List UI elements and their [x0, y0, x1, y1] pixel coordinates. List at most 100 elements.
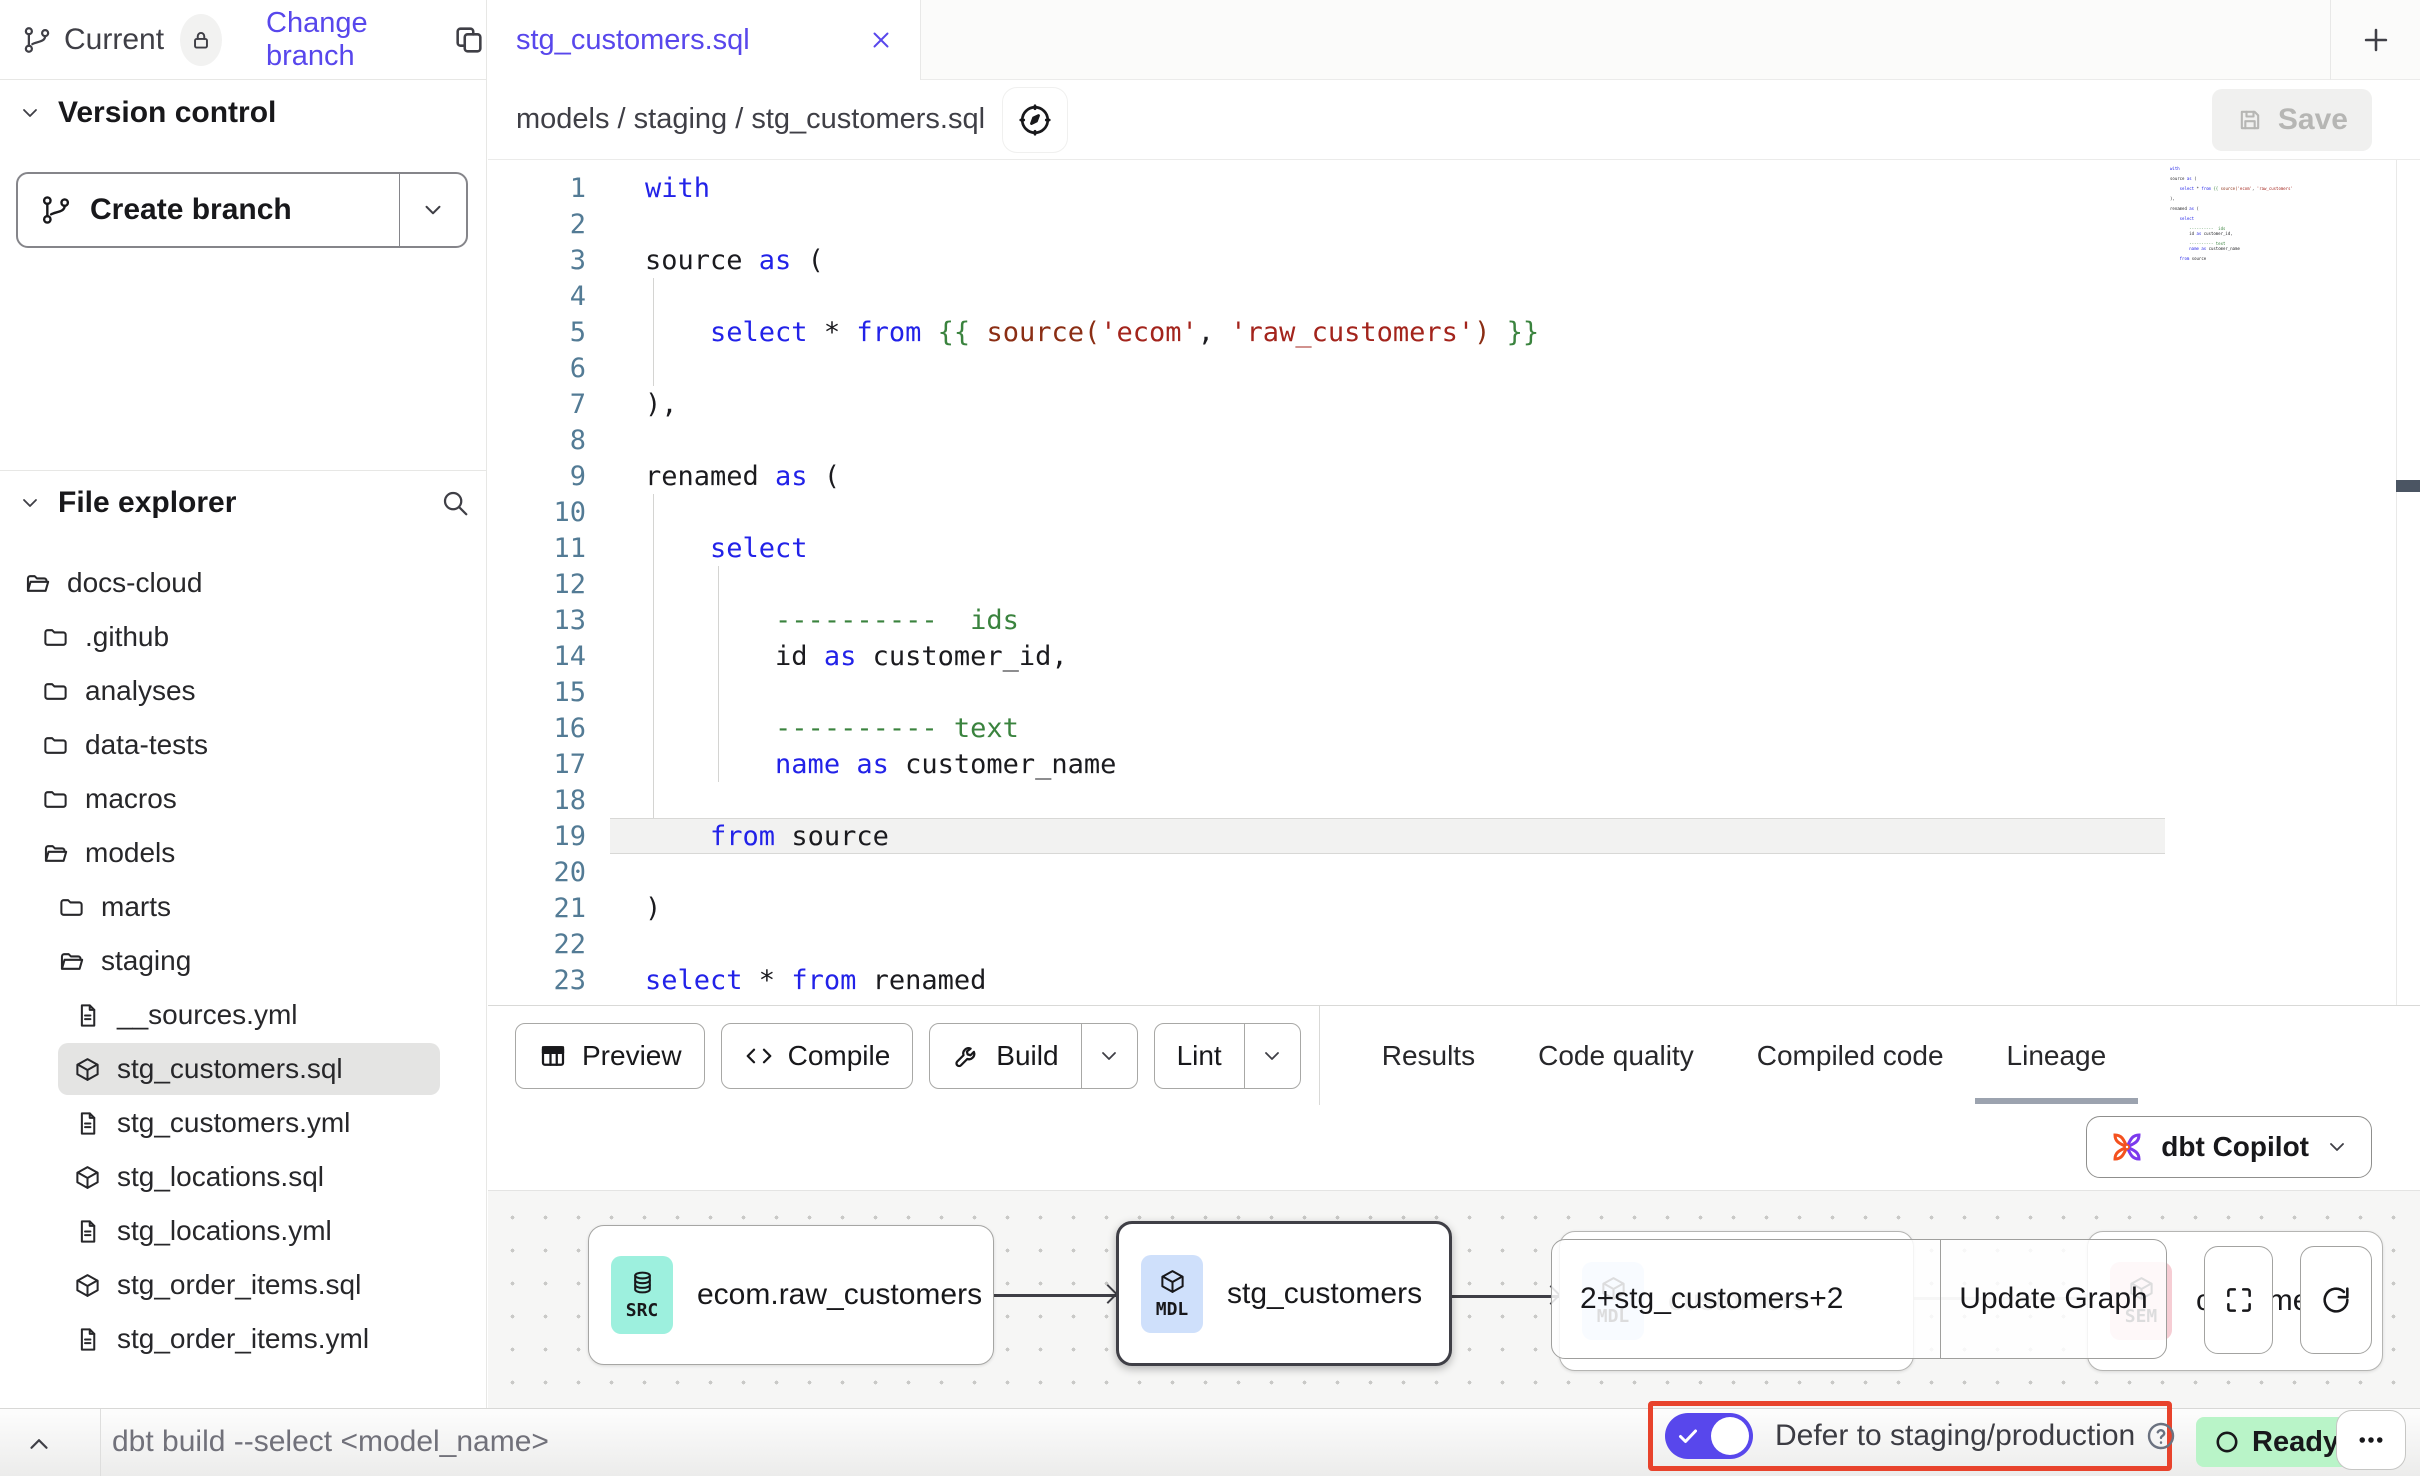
dbt-copilot-icon: [2109, 1129, 2145, 1165]
refresh-graph-button[interactable]: [2300, 1246, 2372, 1354]
file-tree-item--sources-yml[interactable]: __sources.yml: [0, 988, 486, 1042]
file-icon: [74, 1110, 101, 1137]
lineage-selector-input[interactable]: 2+stg_customers+2: [1552, 1240, 1941, 1358]
code-editor[interactable]: 1with23source as (45 select * from {{ so…: [488, 160, 2420, 1005]
status-circle-icon: [2214, 1429, 2240, 1455]
code-line-11[interactable]: 11 select: [488, 530, 2420, 566]
code-line-16[interactable]: 16 ---------- text: [488, 710, 2420, 746]
tab-code-quality[interactable]: Code quality: [1538, 1034, 1694, 1078]
code-line-5[interactable]: 5 select * from {{ source('ecom', 'raw_c…: [488, 314, 2420, 350]
new-tab-button[interactable]: [2330, 0, 2420, 80]
fullscreen-button[interactable]: [2204, 1246, 2273, 1354]
code-line-18[interactable]: 18: [488, 782, 2420, 818]
tab-stg-customers[interactable]: stg_customers.sql: [488, 0, 921, 80]
file-label: docs-cloud: [67, 567, 202, 599]
code-line-21[interactable]: 21): [488, 890, 2420, 926]
lineage-canvas[interactable]: SRC ecom.raw_customers MDL stg_customers…: [488, 1190, 2420, 1408]
code-line-10[interactable]: 10: [488, 494, 2420, 530]
defer-toggle[interactable]: [1665, 1413, 1753, 1459]
file-tree-item-data-tests[interactable]: data-tests: [0, 718, 486, 772]
file-label: stg_order_items.yml: [117, 1323, 369, 1355]
file-tree-item-analyses[interactable]: analyses: [0, 664, 486, 718]
copy-icon[interactable]: [452, 23, 486, 57]
file-tree-item-macros[interactable]: macros: [0, 772, 486, 826]
lineage-edge: [994, 1294, 1116, 1297]
compile-button[interactable]: Compile: [721, 1023, 914, 1089]
file-explorer-header[interactable]: File explorer: [18, 486, 470, 520]
code-line-24[interactable]: 24: [488, 998, 2420, 1005]
file-tree-item-stg-order-items-sql[interactable]: stg_order_items.sql: [0, 1258, 486, 1312]
code-text: from source: [2168, 256, 2206, 261]
lineage-node-source[interactable]: SRC ecom.raw_customers: [588, 1225, 994, 1365]
code-line-23[interactable]: 23select * from renamed: [488, 962, 2420, 998]
save-button[interactable]: Save: [2212, 89, 2372, 151]
file-tree-item-staging[interactable]: staging: [0, 934, 486, 988]
code-line-3[interactable]: 3source as (: [488, 242, 2420, 278]
branch-header: Current Change branch: [0, 0, 486, 80]
file-tree-item-docs-cloud[interactable]: docs-cloud: [0, 556, 486, 610]
create-branch-dropdown[interactable]: [400, 174, 466, 246]
code-line-22[interactable]: 22: [488, 926, 2420, 962]
file-tree-item-stg-order-items-yml[interactable]: stg_order_items.yml: [0, 1312, 486, 1366]
code-line-15[interactable]: 15: [488, 674, 2420, 710]
lint-dropdown[interactable]: [1244, 1024, 1300, 1088]
code-text: renamed as (: [586, 461, 840, 492]
code-line-12[interactable]: 12: [488, 566, 2420, 602]
file-tree-item-stg-locations-yml[interactable]: stg_locations.yml: [0, 1204, 486, 1258]
lineage-node-stg-customers[interactable]: MDL stg_customers: [1116, 1221, 1452, 1366]
tab-title: stg_customers.sql: [516, 24, 750, 57]
build-dropdown[interactable]: [1081, 1024, 1137, 1088]
preview-button[interactable]: Preview: [515, 1023, 705, 1089]
code-line-1[interactable]: 1with: [488, 170, 2420, 206]
toolbar-divider: [1319, 1006, 1320, 1105]
file-label: analyses: [85, 675, 196, 707]
version-control-header[interactable]: Version control: [18, 96, 276, 130]
tab-lineage[interactable]: Lineage: [2007, 1034, 2107, 1078]
more-options-button[interactable]: [2336, 1410, 2406, 1470]
code-line-6[interactable]: 6: [488, 350, 2420, 386]
file-tree-item--github[interactable]: .github: [0, 610, 486, 664]
git-branch-icon: [40, 194, 72, 226]
code-line-7[interactable]: 7),: [488, 386, 2420, 422]
tab-results[interactable]: Results: [1382, 1034, 1475, 1078]
code-line-17[interactable]: 17 name as customer_name: [488, 746, 2420, 782]
search-icon[interactable]: [440, 488, 470, 518]
code-line-14[interactable]: 14 id as customer_id,: [488, 638, 2420, 674]
dbt-copilot-button[interactable]: dbt Copilot: [2086, 1116, 2372, 1178]
result-tabs: Results Code quality Compiled code Lineage: [1382, 1034, 2106, 1078]
copilot-label: dbt Copilot: [2161, 1131, 2309, 1163]
lint-button[interactable]: Lint: [1154, 1023, 1301, 1089]
code-line-20[interactable]: 20: [488, 854, 2420, 890]
line-number: 16: [488, 713, 586, 744]
file-tree-item-stg-customers-sql[interactable]: stg_customers.sql: [0, 1042, 486, 1096]
tab-compiled-code[interactable]: Compiled code: [1757, 1034, 1944, 1078]
minimap[interactable]: 1with23source as (45 select * from {{ so…: [2168, 166, 2292, 266]
code-line-2[interactable]: 2: [488, 206, 2420, 242]
build-button[interactable]: Build: [929, 1023, 1137, 1089]
refresh-icon: [2319, 1283, 2353, 1317]
close-icon[interactable]: [868, 27, 894, 53]
file-tree-item-marts[interactable]: marts: [0, 880, 486, 934]
help-icon[interactable]: [2145, 1420, 2177, 1452]
scrollbar-track[interactable]: [2396, 160, 2420, 1005]
navigate-button[interactable]: [1003, 88, 1067, 152]
dbt-command-input[interactable]: dbt build --select <model_name>: [112, 1425, 549, 1459]
line-number: 1: [488, 173, 586, 204]
file-tree-item-models[interactable]: models: [0, 826, 486, 880]
dbt-ide-window: Current Change branch Version control Cr…: [0, 0, 2420, 1476]
code-text: name as customer_name: [2168, 246, 2240, 251]
cube-icon: [74, 1272, 101, 1299]
code-line-13[interactable]: 13 ---------- ids: [488, 602, 2420, 638]
scrollbar-marker[interactable]: [2396, 480, 2420, 492]
update-graph-button[interactable]: Update Graph: [1941, 1240, 2166, 1358]
collapse-panel-button[interactable]: [24, 1429, 54, 1459]
code-line-9[interactable]: 9renamed as (: [488, 458, 2420, 494]
code-line-8[interactable]: 8: [488, 422, 2420, 458]
change-branch-link[interactable]: Change branch: [266, 7, 426, 73]
code-line-19[interactable]: 19 from source: [488, 818, 2420, 854]
create-branch-button[interactable]: Create branch: [16, 172, 468, 248]
file-tree-item-stg-customers-yml[interactable]: stg_customers.yml: [0, 1096, 486, 1150]
code-line-4[interactable]: 4: [488, 278, 2420, 314]
file-tree-item-stg-locations-sql[interactable]: stg_locations.sql: [0, 1150, 486, 1204]
create-branch-main[interactable]: Create branch: [18, 174, 400, 246]
